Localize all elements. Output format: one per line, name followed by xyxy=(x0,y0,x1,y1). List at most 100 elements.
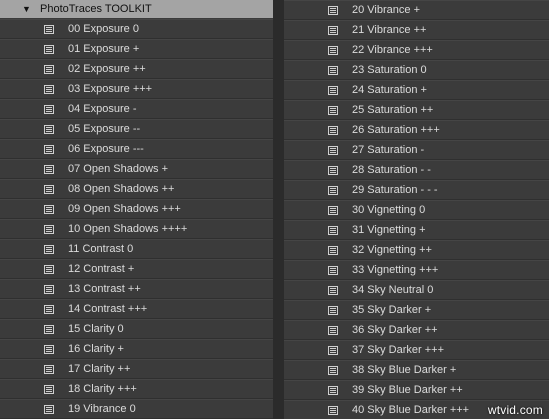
preset-row[interactable]: 12 Contrast + xyxy=(0,259,273,279)
preset-row[interactable]: 38 Sky Blue Darker + xyxy=(284,360,549,380)
preset-icon xyxy=(328,66,338,75)
preset-label: 13 Contrast ++ xyxy=(68,283,141,295)
preset-icon xyxy=(44,365,54,374)
preset-icon xyxy=(44,85,54,94)
preset-row[interactable]: 33 Vignetting +++ xyxy=(284,260,549,280)
preset-icon xyxy=(328,146,338,155)
left-preset-list: 00 Exposure 0 01 Exposure + 02 Exposure ++… xyxy=(0,19,273,419)
preset-row[interactable]: 27 Saturation - xyxy=(284,140,549,160)
preset-row[interactable]: 37 Sky Darker +++ xyxy=(284,340,549,360)
preset-label: 32 Vignetting ++ xyxy=(352,244,432,256)
preset-row[interactable]: 28 Saturation - - xyxy=(284,160,549,180)
preset-row[interactable]: 07 Open Shadows + xyxy=(0,159,273,179)
right-preset-list: 20 Vibrance + 21 Vibrance ++ 22 Vibrance +… xyxy=(284,0,549,419)
preset-row[interactable]: 21 Vibrance ++ xyxy=(284,20,549,40)
preset-folder-header[interactable]: ▼ PhotoTraces TOOLKIT xyxy=(0,0,273,18)
preset-icon xyxy=(328,286,338,295)
preset-row[interactable]: 08 Open Shadows ++ xyxy=(0,179,273,199)
preset-label: 27 Saturation - xyxy=(352,144,425,156)
preset-label: 28 Saturation - - xyxy=(352,164,431,176)
preset-label: 02 Exposure ++ xyxy=(68,63,146,75)
preset-label: 00 Exposure 0 xyxy=(68,23,139,35)
preset-row[interactable]: 19 Vibrance 0 xyxy=(0,399,273,419)
preset-label: 22 Vibrance +++ xyxy=(352,44,433,56)
preset-icon xyxy=(328,386,338,395)
preset-icon xyxy=(44,385,54,394)
preset-label: 08 Open Shadows ++ xyxy=(68,183,175,195)
preset-row[interactable]: 24 Saturation + xyxy=(284,80,549,100)
preset-label: 11 Contrast 0 xyxy=(68,243,134,255)
preset-icon xyxy=(328,6,338,15)
preset-label: 05 Exposure -- xyxy=(68,123,141,135)
preset-icon xyxy=(44,245,54,254)
preset-label: 10 Open Shadows ++++ xyxy=(68,223,188,235)
preset-row[interactable]: 34 Sky Neutral 0 xyxy=(284,280,549,300)
preset-label: 25 Saturation ++ xyxy=(352,104,434,116)
preset-row[interactable]: 06 Exposure --- xyxy=(0,139,273,159)
preset-label: 38 Sky Blue Darker + xyxy=(352,364,457,376)
preset-icon xyxy=(44,145,54,154)
preset-row[interactable]: 35 Sky Darker + xyxy=(284,300,549,320)
preset-label: 39 Sky Blue Darker ++ xyxy=(352,384,463,396)
preset-icon xyxy=(44,185,54,194)
preset-row[interactable]: 30 Vignetting 0 xyxy=(284,200,549,220)
preset-icon xyxy=(328,46,338,55)
preset-icon xyxy=(328,246,338,255)
preset-row[interactable]: 25 Saturation ++ xyxy=(284,100,549,120)
preset-label: 35 Sky Darker + xyxy=(352,304,432,316)
preset-row[interactable]: 29 Saturation - - - xyxy=(284,180,549,200)
preset-icon xyxy=(44,25,54,34)
preset-row[interactable]: 02 Exposure ++ xyxy=(0,59,273,79)
preset-label: 20 Vibrance + xyxy=(352,4,420,16)
preset-icon xyxy=(328,126,338,135)
preset-row[interactable]: 04 Exposure - xyxy=(0,99,273,119)
preset-row[interactable]: 13 Contrast ++ xyxy=(0,279,273,299)
preset-label: 36 Sky Darker ++ xyxy=(352,324,438,336)
preset-label: 23 Saturation 0 xyxy=(352,64,427,76)
preset-row[interactable]: 15 Clarity 0 xyxy=(0,319,273,339)
preset-label: 03 Exposure +++ xyxy=(68,83,153,95)
preset-row[interactable]: 17 Clarity ++ xyxy=(0,359,273,379)
preset-icon xyxy=(328,366,338,375)
preset-row[interactable]: 20 Vibrance + xyxy=(284,0,549,20)
preset-row[interactable]: 23 Saturation 0 xyxy=(284,60,549,80)
preset-label: 09 Open Shadows +++ xyxy=(68,203,181,215)
preset-label: 29 Saturation - - - xyxy=(352,184,438,196)
preset-row[interactable]: 00 Exposure 0 xyxy=(0,19,273,39)
triangle-down-icon[interactable]: ▼ xyxy=(22,4,34,14)
preset-icon xyxy=(328,406,338,415)
preset-label: 19 Vibrance 0 xyxy=(68,403,136,415)
preset-row[interactable]: 11 Contrast 0 xyxy=(0,239,273,259)
preset-row[interactable]: 39 Sky Blue Darker ++ xyxy=(284,380,549,400)
preset-row[interactable]: 01 Exposure + xyxy=(0,39,273,59)
preset-row[interactable]: 14 Contrast +++ xyxy=(0,299,273,319)
preset-icon xyxy=(44,325,54,334)
watermark-text: wtvid.com xyxy=(487,403,543,417)
preset-row[interactable]: 22 Vibrance +++ xyxy=(284,40,549,60)
preset-icon xyxy=(328,226,338,235)
preset-row[interactable]: 18 Clarity +++ xyxy=(0,379,273,399)
preset-label: 16 Clarity + xyxy=(68,343,124,355)
preset-label: 33 Vignetting +++ xyxy=(352,264,439,276)
preset-icon xyxy=(44,285,54,294)
preset-row[interactable]: 16 Clarity + xyxy=(0,339,273,359)
preset-row[interactable]: 03 Exposure +++ xyxy=(0,79,273,99)
preset-icon xyxy=(328,206,338,215)
preset-row[interactable]: 32 Vignetting ++ xyxy=(284,240,549,260)
preset-icon xyxy=(44,205,54,214)
preset-icon xyxy=(44,225,54,234)
preset-label: 21 Vibrance ++ xyxy=(352,24,427,36)
preset-row[interactable]: 31 Vignetting + xyxy=(284,220,549,240)
preset-row[interactable]: 36 Sky Darker ++ xyxy=(284,320,549,340)
preset-icon xyxy=(328,326,338,335)
preset-icon xyxy=(328,86,338,95)
preset-icon xyxy=(44,65,54,74)
preset-row[interactable]: 10 Open Shadows ++++ xyxy=(0,219,273,239)
preset-row[interactable]: 26 Saturation +++ xyxy=(284,120,549,140)
preset-icon xyxy=(44,405,54,414)
preset-row[interactable]: 05 Exposure -- xyxy=(0,119,273,139)
preset-icon xyxy=(328,186,338,195)
left-preset-panel: ▼ PhotoTraces TOOLKIT 00 Exposure 0 01 Ex… xyxy=(0,0,273,419)
preset-label: 31 Vignetting + xyxy=(352,224,426,236)
preset-row[interactable]: 09 Open Shadows +++ xyxy=(0,199,273,219)
